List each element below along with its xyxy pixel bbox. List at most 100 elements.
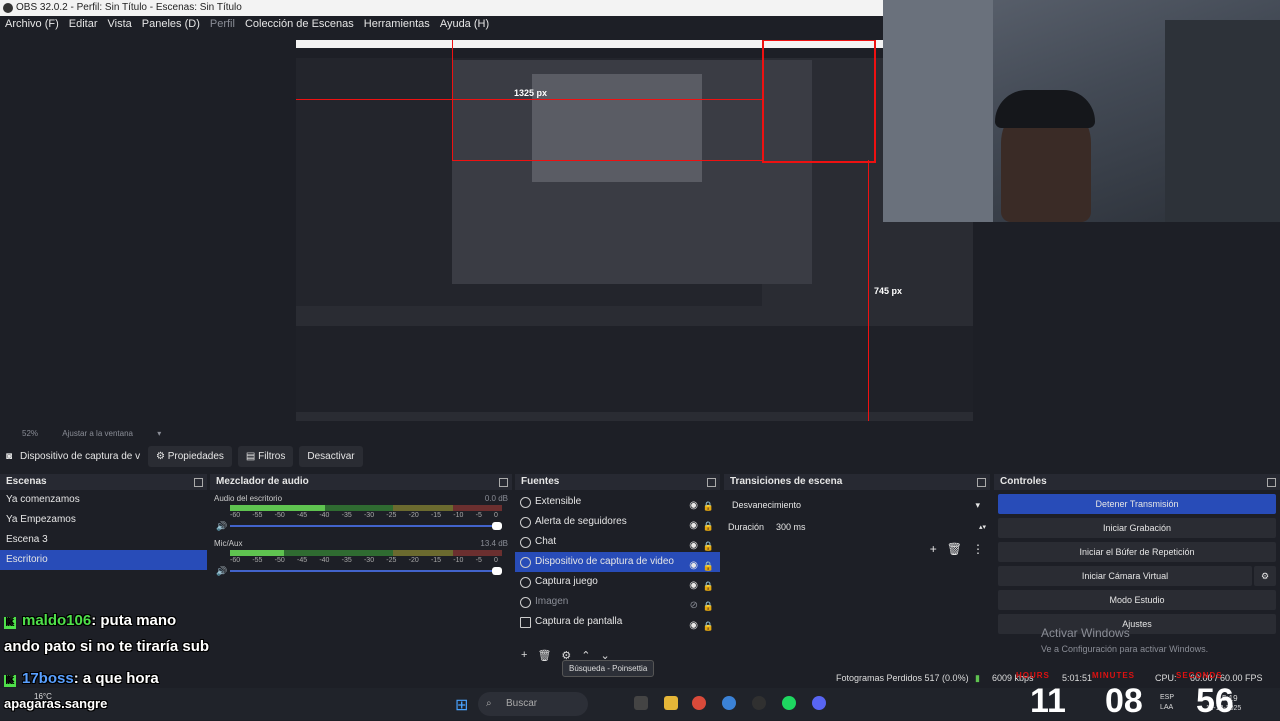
zoom-level[interactable]: 52% <box>22 429 38 438</box>
channel-name: Audio del escritorio <box>214 494 283 503</box>
undock-icon[interactable] <box>194 478 203 487</box>
chat-username: maldo106 <box>22 612 92 629</box>
seconds-label: SECONDS <box>1176 671 1223 680</box>
spotify-icon[interactable] <box>782 696 796 710</box>
dropped-frames: Fotogramas Perdidos 517 (0.0%) <box>836 673 969 683</box>
language-layout[interactable]: LAA <box>1160 704 1173 711</box>
volume-slider[interactable]: 🔊 <box>214 566 508 576</box>
selected-source-label: Dispositivo de captura de v <box>20 450 141 462</box>
taskbar-search[interactable]: ⌕ Buscar <box>478 692 588 716</box>
properties-label: Propiedades <box>167 450 224 462</box>
source-item[interactable]: Extensible ◉ 🔒 <box>515 492 720 512</box>
task-view-icon[interactable] <box>634 696 648 710</box>
discord-icon[interactable] <box>812 696 826 710</box>
source-item[interactable]: Alerta de seguidores ◉ 🔒 <box>515 512 720 532</box>
menu-profile[interactable]: Perfil <box>205 18 240 30</box>
mixer-title: Mezclador de audio <box>216 476 309 487</box>
filters-button[interactable]: ▤ Filtros <box>237 445 294 467</box>
sources-dock: Fuentes Extensible ◉ 🔒 Alerta de seguido… <box>515 474 720 664</box>
weather[interactable]: 16°C <box>34 692 52 701</box>
selected-source: ◙ Dispositivo de captura de v <box>0 451 148 462</box>
scenes-title: Escenas <box>6 476 47 487</box>
filters-label: Filtros <box>258 450 286 462</box>
webcam-cap <box>995 90 1095 128</box>
lock-icon[interactable]: 🔒 <box>703 616 714 636</box>
visibility-eye-icon[interactable]: ◉ <box>689 616 698 636</box>
windows-start-icon[interactable]: ⊞ <box>455 695 468 715</box>
channel-db: 13.4 dB <box>480 539 508 548</box>
activation-watermark: Activar Windows Ve a Configuración para … <box>1041 626 1208 654</box>
undock-icon[interactable] <box>707 478 716 487</box>
chat-text: : a que hora <box>73 670 159 687</box>
stop-streaming-button[interactable]: Detener Transmisión <box>998 494 1276 514</box>
source-item[interactable]: Captura de pantalla ◉ 🔒 <box>515 612 720 632</box>
speaker-icon[interactable]: 🔊 <box>216 521 227 532</box>
source-name: Chat <box>535 536 557 547</box>
chrome-icon[interactable] <box>692 696 706 710</box>
source-item-hidden[interactable]: Imagen ⊘ 🔒 <box>515 592 720 612</box>
zoom-dropdown-icon[interactable]: ▾ <box>157 429 161 438</box>
menu-view[interactable]: Vista <box>103 18 137 30</box>
add-icon[interactable]: + <box>930 542 937 556</box>
source-name: Captura juego <box>535 576 598 587</box>
meter-scale: -60 -55 -50 -45 -40 -35 -30 -25 -20 -15 -10 -5 0 <box>230 557 498 564</box>
zoom-fit[interactable]: Ajustar a la ventana <box>62 429 133 438</box>
channel-name: Mic/Aux <box>214 539 243 548</box>
game-source-icon <box>520 577 531 588</box>
browser-icon[interactable] <box>722 696 736 710</box>
chevron-down-icon: ▾ <box>975 500 980 510</box>
clock-minutes: 08 <box>1105 682 1143 720</box>
webcam-door <box>1165 20 1280 222</box>
scene-item[interactable]: Ya Empezamos <box>0 510 207 530</box>
undock-icon[interactable] <box>977 478 986 487</box>
stepper-icon[interactable]: ▴▾ <box>979 523 986 531</box>
properties-button[interactable]: ⚙ Propiedades <box>148 445 232 467</box>
language-indicator[interactable]: ESP <box>1160 694 1174 701</box>
add-icon[interactable]: + <box>521 649 527 662</box>
menu-docks[interactable]: Paneles (D) <box>137 18 205 30</box>
start-virtual-camera-button[interactable]: Iniciar Cámara Virtual <box>998 566 1252 586</box>
speaker-icon[interactable]: 🔊 <box>216 566 227 577</box>
chat-message: Kmaldo106: puta mano <box>4 612 176 629</box>
window-title-bar: OBS 32.0.2 - Perfil: Sin Título - Escena… <box>0 0 884 16</box>
source-item[interactable]: Captura juego ◉ 🔒 <box>515 572 720 592</box>
trash-icon[interactable]: 🗑 <box>537 649 551 662</box>
deactivate-button[interactable]: Desactivar <box>299 445 363 467</box>
scene-item-selected[interactable]: Escritorio <box>0 550 207 570</box>
menu-edit[interactable]: Editar <box>64 18 103 30</box>
studio-mode-button[interactable]: Modo Estudio <box>998 590 1276 610</box>
more-vertical-icon[interactable]: ⋮ <box>972 542 984 556</box>
undock-icon[interactable] <box>1267 478 1276 487</box>
undock-icon[interactable] <box>499 478 508 487</box>
menu-help[interactable]: Ayuda (H) <box>435 18 494 30</box>
trash-icon[interactable]: 🗑 <box>947 542 962 556</box>
obs-icon[interactable] <box>752 696 766 710</box>
transition-value: Desvanecimiento <box>732 500 802 510</box>
menu-tools[interactable]: Herramientas <box>359 18 435 30</box>
signal-icon: ▮ <box>975 673 980 683</box>
transition-select[interactable]: Desvanecimiento ▾ <box>728 495 984 515</box>
menu-scene-collection[interactable]: Colección de Escenas <box>240 18 359 30</box>
menu-file[interactable]: Archivo (F) <box>0 18 64 30</box>
file-explorer-icon[interactable] <box>664 696 678 710</box>
sources-header: Fuentes <box>515 474 720 490</box>
scene-item[interactable]: Escena 3 <box>0 530 207 550</box>
source-item-selected[interactable]: Dispositivo de captura de video ◉ 🔒 <box>515 552 720 572</box>
source-type-icon <box>520 537 531 548</box>
scenes-dock: Escenas Ya comenzamos Ya Empezamos Escen… <box>0 474 207 664</box>
search-icon: ⌕ <box>486 698 492 709</box>
transitions-header: Transiciones de escena <box>724 474 990 490</box>
volume-slider[interactable]: 🔊 <box>214 521 508 531</box>
source-item[interactable]: Chat ◉ 🔒 <box>515 532 720 552</box>
start-replay-buffer-button[interactable]: Iniciar el Búfer de Repetición <box>998 542 1276 562</box>
mixer-header: Mezclador de audio <box>210 474 512 490</box>
camera-icon: ◙ <box>6 450 13 462</box>
virtual-camera-gear-icon[interactable]: ⚙ <box>1254 566 1276 586</box>
menu-bar: Archivo (F) Editar Vista Paneles (D) Per… <box>0 16 884 32</box>
duration-field[interactable]: 300 ms <box>776 522 979 532</box>
start-recording-button[interactable]: Iniciar Grabación <box>998 518 1276 538</box>
scene-item[interactable]: Ya comenzamos <box>0 490 207 510</box>
clock-seconds: 56 <box>1196 682 1234 720</box>
duration-label: Duración <box>728 522 765 532</box>
program-preview[interactable]: 1325 px 745 px <box>296 40 973 421</box>
